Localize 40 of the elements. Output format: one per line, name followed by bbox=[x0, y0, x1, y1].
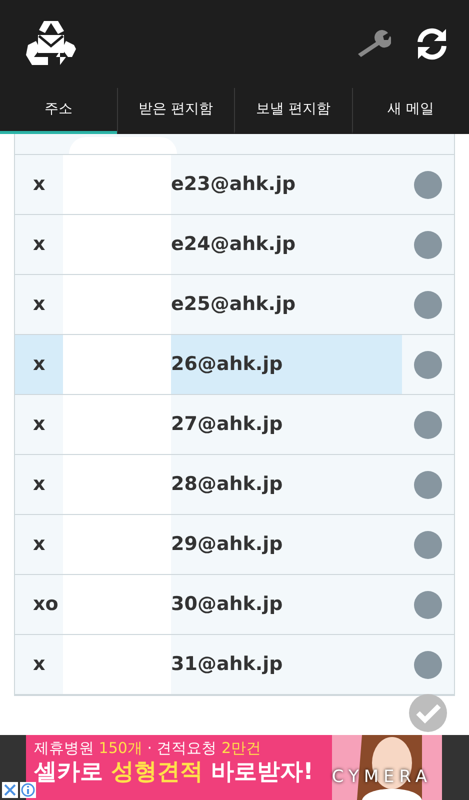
address-text: 27@ahk.jp bbox=[171, 412, 283, 438]
ad-text: 셀카로 bbox=[34, 760, 103, 785]
info-icon[interactable] bbox=[20, 782, 36, 798]
ad-text: 150개 bbox=[98, 738, 142, 759]
address-text: x bbox=[33, 352, 46, 378]
ad-text: 바로받자! bbox=[211, 760, 314, 785]
address-text: x bbox=[33, 292, 46, 318]
select-toggle[interactable] bbox=[414, 350, 442, 378]
select-toggle[interactable] bbox=[414, 230, 442, 258]
select-toggle[interactable] bbox=[414, 170, 442, 198]
address-text: e25@ahk.jp bbox=[171, 292, 296, 318]
select-toggle[interactable] bbox=[414, 590, 442, 618]
address-text: x bbox=[33, 472, 46, 498]
address-row[interactable] bbox=[15, 134, 454, 155]
address-text: e23@ahk.jp bbox=[171, 172, 296, 198]
address-text: 29@ahk.jp bbox=[171, 532, 283, 558]
close-icon[interactable] bbox=[2, 782, 18, 798]
ad-text: · 견적요청 bbox=[147, 738, 217, 759]
address-text: 31@ahk.jp bbox=[171, 652, 283, 678]
address-text: 30@ahk.jp bbox=[171, 592, 283, 618]
address-text: x bbox=[33, 532, 46, 558]
ad-text: 성형견적 bbox=[111, 760, 204, 785]
select-all-button[interactable] bbox=[409, 694, 447, 732]
select-toggle[interactable] bbox=[414, 650, 442, 678]
address-text: x bbox=[33, 652, 46, 678]
address-text: xo bbox=[33, 592, 60, 618]
ad-text: 제휴병원 bbox=[34, 738, 94, 759]
ad-text: 2만건 bbox=[222, 738, 262, 759]
address-text: x bbox=[33, 172, 46, 198]
address-row[interactable]: x 26@ahk.jp bbox=[15, 335, 402, 394]
select-toggle[interactable] bbox=[414, 470, 442, 498]
refresh-icon[interactable] bbox=[415, 27, 449, 61]
select-toggle[interactable] bbox=[414, 410, 442, 438]
address-text: 28@ahk.jp bbox=[171, 472, 283, 498]
address-text: 26@ahk.jp bbox=[171, 352, 283, 378]
select-toggle[interactable] bbox=[414, 290, 442, 318]
address-text: x bbox=[33, 412, 46, 438]
select-toggle[interactable] bbox=[414, 530, 442, 558]
address-text: x bbox=[33, 232, 46, 258]
address-text: e24@ahk.jp bbox=[171, 232, 296, 258]
